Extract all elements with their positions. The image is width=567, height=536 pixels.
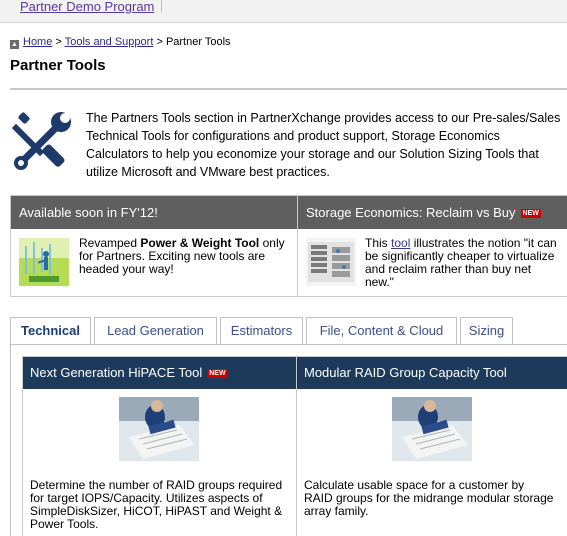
promo-text-part: Revamped [79, 236, 141, 250]
breadcrumb-current: Partner Tools [165, 36, 231, 48]
tools-tab-bar: Technical Lead Generation Estimators Fil… [10, 317, 567, 345]
title-divider [10, 88, 567, 90]
promo-text-part: This [365, 236, 392, 250]
promo-heading: Storage Economics: Reclaim vs Buy NEW [298, 196, 567, 229]
breadcrumb-separator: > [55, 36, 62, 48]
promo-panel-fy12: Available soon in FY'12! Revamped Power … [11, 196, 298, 296]
tool-modular-raid-description: Calculate usable space for a customer by… [304, 478, 554, 518]
tool-card-modular-raid: Modular RAID Group Capacity Tool Calcula… [296, 356, 567, 536]
reclaim-tool-link[interactable]: tool [391, 236, 410, 250]
tool-hipace-description: Determine the number of RAID groups requ… [30, 478, 283, 531]
breadcrumb: ▲ Home > Tools and Support > Partner Tool… [10, 36, 231, 49]
tab-lead-generation[interactable]: Lead Generation [94, 317, 217, 344]
technical-tab-panel: Next Generation HiPACE Tool NEW Determine… [10, 345, 567, 536]
up-arrow-icon[interactable]: ▲ [10, 40, 19, 49]
intro-text: The Partners Tools section in PartnerXch… [86, 111, 561, 179]
partner-demo-program-link[interactable]: Partner Demo Program [20, 0, 154, 14]
promo-panels: Available soon in FY'12! Revamped Power … [10, 195, 567, 297]
tab-technical[interactable]: Technical [10, 317, 91, 345]
promo-panel-storage-economics: Storage Economics: Reclaim vs Buy NEW Thi… [298, 196, 567, 296]
tool-modular-raid-image[interactable] [392, 397, 472, 461]
promo-heading-text: Storage Economics: Reclaim vs Buy [306, 205, 516, 220]
topbar-divider [161, 0, 162, 12]
top-bar: Partner Demo Program [0, 0, 567, 23]
promo-storage-image[interactable] [306, 238, 356, 286]
tool-card-title[interactable]: Next Generation HiPACE Tool NEW [23, 357, 296, 389]
new-badge-icon: NEW [520, 209, 541, 218]
breadcrumb-home-link[interactable]: Home [23, 36, 52, 48]
tool-card-title[interactable]: Modular RAID Group Capacity Tool [297, 357, 567, 389]
tool-hipace-image[interactable] [119, 397, 199, 461]
tab-file-content-cloud[interactable]: File, Content & Cloud [306, 317, 457, 344]
promo-fy12-image[interactable] [19, 238, 69, 286]
promo-heading: Available soon in FY'12! [11, 196, 297, 229]
promo-tool-name: Power & Weight Tool [140, 236, 260, 250]
new-badge-icon: NEW [207, 369, 228, 378]
tools-wrench-screwdriver-icon [11, 111, 74, 171]
breadcrumb-separator: > [156, 36, 163, 48]
tab-sizing[interactable]: Sizing [460, 317, 513, 344]
tool-card-hipace: Next Generation HiPACE Tool NEW Determine… [22, 356, 296, 536]
promo-fy12-text: Revamped Power & Weight Tool only for Pa… [79, 237, 293, 276]
breadcrumb-tools-support-link[interactable]: Tools and Support [65, 36, 154, 48]
page-title: Partner Tools [10, 57, 106, 74]
tab-estimators[interactable]: Estimators [220, 317, 303, 344]
tool-card-title-text[interactable]: Next Generation HiPACE Tool [30, 365, 202, 380]
promo-storage-text: This tool illustrates the notion "it can… [365, 237, 561, 289]
